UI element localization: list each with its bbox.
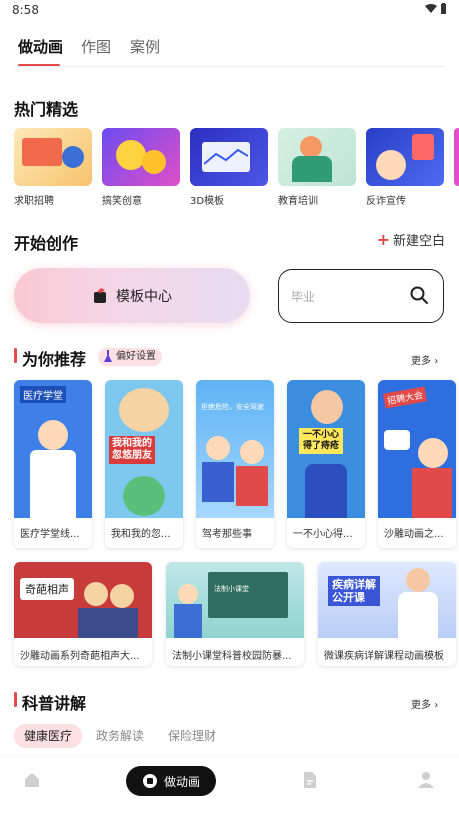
divider [14,66,445,67]
chip-government[interactable]: 政务解读 [86,724,154,748]
template-card[interactable]: 拒绝危险，安全驾驶 驾考那些事 [196,380,274,548]
hot-thumb [14,128,92,186]
new-blank-label: 新建空白 [392,234,445,249]
thumb-title: 法制小课堂 [214,585,249,593]
thumb-title: 招聘大会 [383,386,427,409]
film-icon [142,774,157,788]
create-section-title: 开始创作 [14,234,79,253]
profile-icon[interactable] [416,770,436,790]
template-card-label: 沙雕动画系列奇葩相声大... [20,651,140,662]
hot-section-title: 热门精选 [14,100,79,119]
home-icon[interactable] [22,770,42,790]
tab-cases[interactable]: 案例 [130,36,160,57]
template-card[interactable]: 招聘大会 沙雕动画之... [378,380,456,548]
template-card-wide[interactable]: 奇葩相声 沙雕动画系列奇葩相声大... [14,562,152,666]
template-thumb: 一不小心 得了痔疮 [287,380,365,518]
template-card-wide[interactable]: 疾病详解 公开课 微课疾病详解课程动画模板 [318,562,456,666]
hot-item-anti-fraud[interactable]: 反诈宣传 [366,128,444,207]
thumb-title: 拒绝危险，安全驾驶 [201,403,264,411]
template-card-label: 法制小课堂科普校园防暴... [172,651,292,662]
broom-icon [104,350,112,362]
search-icon[interactable] [409,285,429,305]
template-card-label: 一不小心得... [293,529,353,540]
document-icon[interactable] [300,770,320,790]
search-input[interactable]: 毕业 [278,269,444,323]
hot-item-label: 搞笑创意 [102,196,142,207]
wifi-icon [424,4,437,13]
new-blank-button[interactable]: + 新建空白 [377,230,445,249]
battery-icon [441,3,446,14]
template-card-wide[interactable]: 法制小课堂 法制小课堂科普校园防暴... [166,562,304,666]
template-card-label: 我和我的忽... [111,529,171,540]
more-label: 更多 [411,356,431,367]
recommend-more-link[interactable]: 更多 › [411,352,438,367]
template-card[interactable]: 我和我的 忽悠朋友 我和我的忽... [105,380,183,548]
nav-animation-label: 做动画 [163,774,200,789]
template-thumb: 疾病详解 公开课 [318,562,456,638]
template-thumb: 法制小课堂 [166,562,304,638]
more-label: 更多 [411,700,431,711]
hot-item-label: 求职招聘 [14,196,54,207]
hot-thumb [102,128,180,186]
chip-insurance[interactable]: 保险理财 [158,724,226,748]
status-bar: 8:58 [0,0,459,22]
template-thumb: 招聘大会 [378,380,456,518]
hot-item-3d[interactable]: 3D模板 [190,128,268,207]
bottom-nav: 做动画 [0,758,459,817]
template-thumb: 奇葩相声 [14,562,152,638]
thumb-title: 我和我的 忽悠朋友 [109,436,155,464]
template-thumb: 拒绝危险，安全驾驶 [196,380,274,518]
tab-animation[interactable]: 做动画 [18,36,63,57]
template-center-label: 模板中心 [116,288,172,305]
hot-item-education[interactable]: 教育培训 [278,128,356,207]
chip-health[interactable]: 健康医疗 [14,724,83,748]
hot-item-funny[interactable]: 搞笑创意 [102,128,180,207]
hot-item-jobs[interactable]: 求职招聘 [14,128,92,207]
template-card-label: 医疗学堂线... [20,529,80,540]
search-placeholder: 毕业 [291,290,316,304]
thumb-title: 疾病详解 公开课 [328,576,380,606]
chevron-right-icon: › [434,700,439,711]
template-card-label: 微课疾病详解课程动画模板 [324,651,444,662]
template-card-label: 驾考那些事 [202,529,252,540]
hot-item-label: 教育培训 [278,196,318,207]
hot-item-label: 3D模板 [190,196,225,207]
hot-thumb [366,128,444,186]
thumb-title: 一不小心 得了痔疮 [299,428,344,454]
template-thumb: 医疗学堂 [14,380,92,518]
plus-icon: + [376,230,390,249]
hot-thumb [190,128,268,186]
preference-label: 偏好设置 [116,351,156,362]
status-icons [424,3,448,17]
template-center-button[interactable]: 模板中心 [14,268,250,323]
section-accent-bar [14,348,17,363]
science-section-title: 科普讲解 [22,694,87,713]
tab-image[interactable]: 作图 [81,36,111,57]
template-thumb: 我和我的 忽悠朋友 [105,380,183,518]
status-time: 8:58 [12,3,39,17]
chevron-right-icon: › [434,356,439,367]
thumb-title: 奇葩相声 [20,578,74,600]
nav-animation-button[interactable]: 做动画 [126,766,216,796]
science-more-link[interactable]: 更多 › [411,696,438,711]
template-card-label: 沙雕动画之... [384,529,444,540]
hot-thumb [278,128,356,186]
section-accent-bar [14,692,17,707]
template-card[interactable]: 一不小心 得了痔疮 一不小心得... [287,380,365,548]
recommend-section-title: 为你推荐 [22,350,87,369]
preference-settings-button[interactable]: 偏好设置 [98,348,162,366]
hot-item-label: 反诈宣传 [366,196,406,207]
clapperboard-icon [94,287,106,303]
thumb-title: 医疗学堂 [20,386,66,403]
template-card[interactable]: 医疗学堂 医疗学堂线... [14,380,92,548]
hot-item-overflow [454,128,459,186]
